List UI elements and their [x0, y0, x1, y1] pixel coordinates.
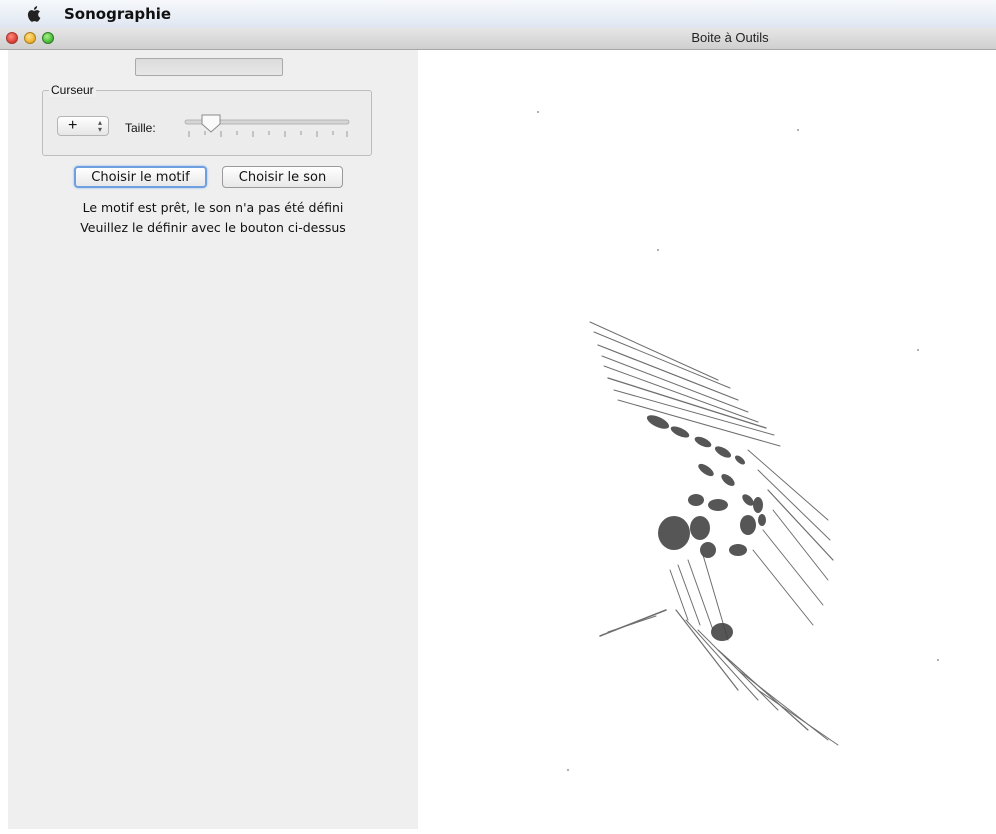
window-title-bar: Boite à Outils — [0, 28, 996, 50]
stepper-value: + — [68, 117, 78, 134]
cursor-shape-stepper[interactable]: + ▴ ▾ — [57, 116, 109, 136]
size-slider[interactable] — [183, 113, 353, 143]
status-line-1: Le motif est prêt, le son n'a pas été dé… — [82, 200, 344, 215]
minimize-window-button[interactable] — [24, 32, 36, 44]
window-title: Boite à Outils — [691, 30, 769, 45]
cursor-group-label: Curseur — [49, 83, 96, 97]
drawing-canvas[interactable] — [414, 50, 996, 829]
sonogram-image — [414, 111, 939, 771]
menu-bar: Sonographie — [0, 0, 996, 29]
stepper-arrows-icon[interactable]: ▴ ▾ — [98, 119, 102, 134]
close-window-button[interactable] — [6, 32, 18, 44]
zoom-window-button[interactable] — [42, 32, 54, 44]
apple-icon[interactable] — [24, 3, 46, 25]
app-menu-name[interactable]: Sonographie — [64, 5, 171, 23]
status-line-2: Veuillez le définir avec le bouton ci-de… — [80, 220, 346, 235]
size-label: Taille: — [125, 121, 156, 135]
tool-panel: Curseur + ▴ ▾ Taille: Choisir le motif C… — [8, 50, 418, 829]
progress-field — [135, 58, 283, 76]
choose-sound-button[interactable]: Choisir le son — [222, 166, 343, 188]
choose-pattern-button[interactable]: Choisir le motif — [74, 166, 207, 188]
cursor-group: Curseur + ▴ ▾ Taille: — [42, 83, 372, 156]
